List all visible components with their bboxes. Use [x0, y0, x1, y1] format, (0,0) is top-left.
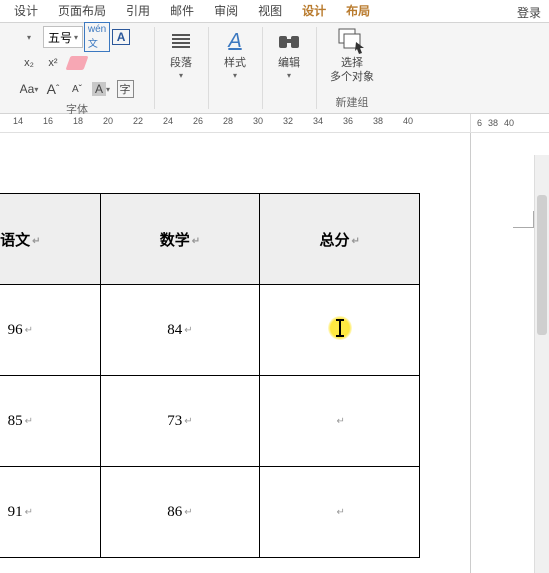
- table-row: 96↵ 84↵: [0, 285, 420, 376]
- tab-review[interactable]: 审阅: [204, 0, 248, 22]
- group-select-label: 新建组: [320, 94, 384, 111]
- cell-math-2[interactable]: 73↵: [100, 376, 260, 467]
- char-border-button[interactable]: 字: [115, 79, 135, 99]
- horizontal-ruler[interactable]: 1416182022242628303234363840 63840: [0, 114, 549, 133]
- binoculars-icon: [275, 27, 303, 55]
- header-chinese[interactable]: 语文↵: [0, 194, 100, 285]
- cell-math-3[interactable]: 86↵: [100, 467, 260, 558]
- chevron-down-icon: ▾: [74, 33, 78, 42]
- tab-design-doc[interactable]: 设计: [4, 0, 48, 22]
- chevron-down-icon: ▾: [287, 71, 291, 80]
- clear-formatting-button[interactable]: [67, 53, 87, 73]
- header-math[interactable]: 数学↵: [100, 194, 260, 285]
- grow-font-button[interactable]: Aˆ: [43, 79, 63, 99]
- group-styles: A 样式 ▾: [208, 23, 262, 113]
- tab-view[interactable]: 视图: [248, 0, 292, 22]
- eraser-icon: [65, 56, 88, 70]
- subscript-button[interactable]: x₂: [19, 53, 39, 73]
- change-case-button[interactable]: Aa▾: [19, 79, 39, 99]
- styles-icon: A: [221, 27, 249, 55]
- character-style-button[interactable]: A: [111, 27, 131, 47]
- tab-table-layout[interactable]: 布局: [336, 0, 380, 22]
- cell-chinese-2[interactable]: 85↵: [0, 376, 100, 467]
- table-row: 85↵ 73↵ ↵: [0, 376, 420, 467]
- group-edit: 编辑 ▾: [262, 23, 316, 113]
- cell-math-1[interactable]: 84↵: [100, 285, 260, 376]
- page: ↵ 语文↵ 数学↵ 总分↵ 96↵ 84↵ 85↵ 73↵ ↵: [0, 153, 440, 558]
- font-size-value: 五号: [48, 29, 72, 46]
- cell-total-1[interactable]: [260, 285, 420, 376]
- superscript-button[interactable]: x²: [43, 53, 63, 73]
- ribbon-tabs: 设计 页面布局 引用 邮件 审阅 视图 设计 布局 登录: [0, 0, 549, 23]
- find-button[interactable]: 编辑 ▾: [266, 25, 312, 80]
- table-header-row: 语文↵ 数学↵ 总分↵: [0, 194, 420, 285]
- document-area: ↵ 语文↵ 数学↵ 总分↵ 96↵ 84↵ 85↵ 73↵ ↵: [0, 133, 549, 573]
- shrink-font-button[interactable]: Aˇ: [67, 79, 87, 99]
- cell-total-2[interactable]: ↵: [260, 376, 420, 467]
- tab-references[interactable]: 引用: [116, 0, 160, 22]
- login-button[interactable]: 登录: [513, 2, 545, 23]
- ribbon-body: ▾ 五号 ▾ wén文 A x₂ x² Aa▾ Aˆ Aˇ A▾ 字 字体: [0, 23, 549, 114]
- font-name-chevron-icon[interactable]: ▾: [19, 27, 39, 47]
- chevron-down-icon: ▾: [233, 71, 237, 80]
- select-objects-icon: [338, 27, 366, 55]
- data-table[interactable]: 语文↵ 数学↵ 总分↵ 96↵ 84↵ 85↵ 73↵ ↵ 91↵: [0, 193, 420, 558]
- group-select: 选择 多个对象 新建组: [316, 23, 388, 113]
- scrollbar-thumb[interactable]: [537, 195, 547, 335]
- font-size-select[interactable]: 五号 ▾: [43, 26, 83, 48]
- tab-page-layout[interactable]: 页面布局: [48, 0, 116, 22]
- vertical-scrollbar[interactable]: [534, 155, 549, 573]
- chevron-down-icon: ▾: [179, 71, 183, 80]
- text-cursor-icon: [328, 316, 352, 340]
- group-font: ▾ 五号 ▾ wén文 A x₂ x² Aa▾ Aˆ Aˇ A▾ 字 字体: [0, 23, 154, 113]
- cell-chinese-3[interactable]: 91↵: [0, 467, 100, 558]
- tab-mailings[interactable]: 邮件: [160, 0, 204, 22]
- tab-table-design[interactable]: 设计: [292, 0, 336, 22]
- styles-button[interactable]: A 样式 ▾: [212, 25, 258, 80]
- cell-chinese-1[interactable]: 96↵: [0, 285, 100, 376]
- phonetic-guide-button[interactable]: wén文: [87, 27, 107, 47]
- header-total[interactable]: 总分↵: [260, 194, 420, 285]
- select-objects-button[interactable]: 选择 多个对象: [320, 25, 384, 83]
- cell-total-3[interactable]: ↵: [260, 467, 420, 558]
- paragraph-lines-icon: [167, 27, 195, 55]
- paragraph-button[interactable]: 段落 ▾: [158, 25, 204, 80]
- highlight-button[interactable]: A▾: [91, 79, 111, 99]
- table-row: 91↵ 86↵ ↵: [0, 467, 420, 558]
- group-paragraph: 段落 ▾: [154, 23, 208, 113]
- page-corner-icon: [513, 211, 534, 228]
